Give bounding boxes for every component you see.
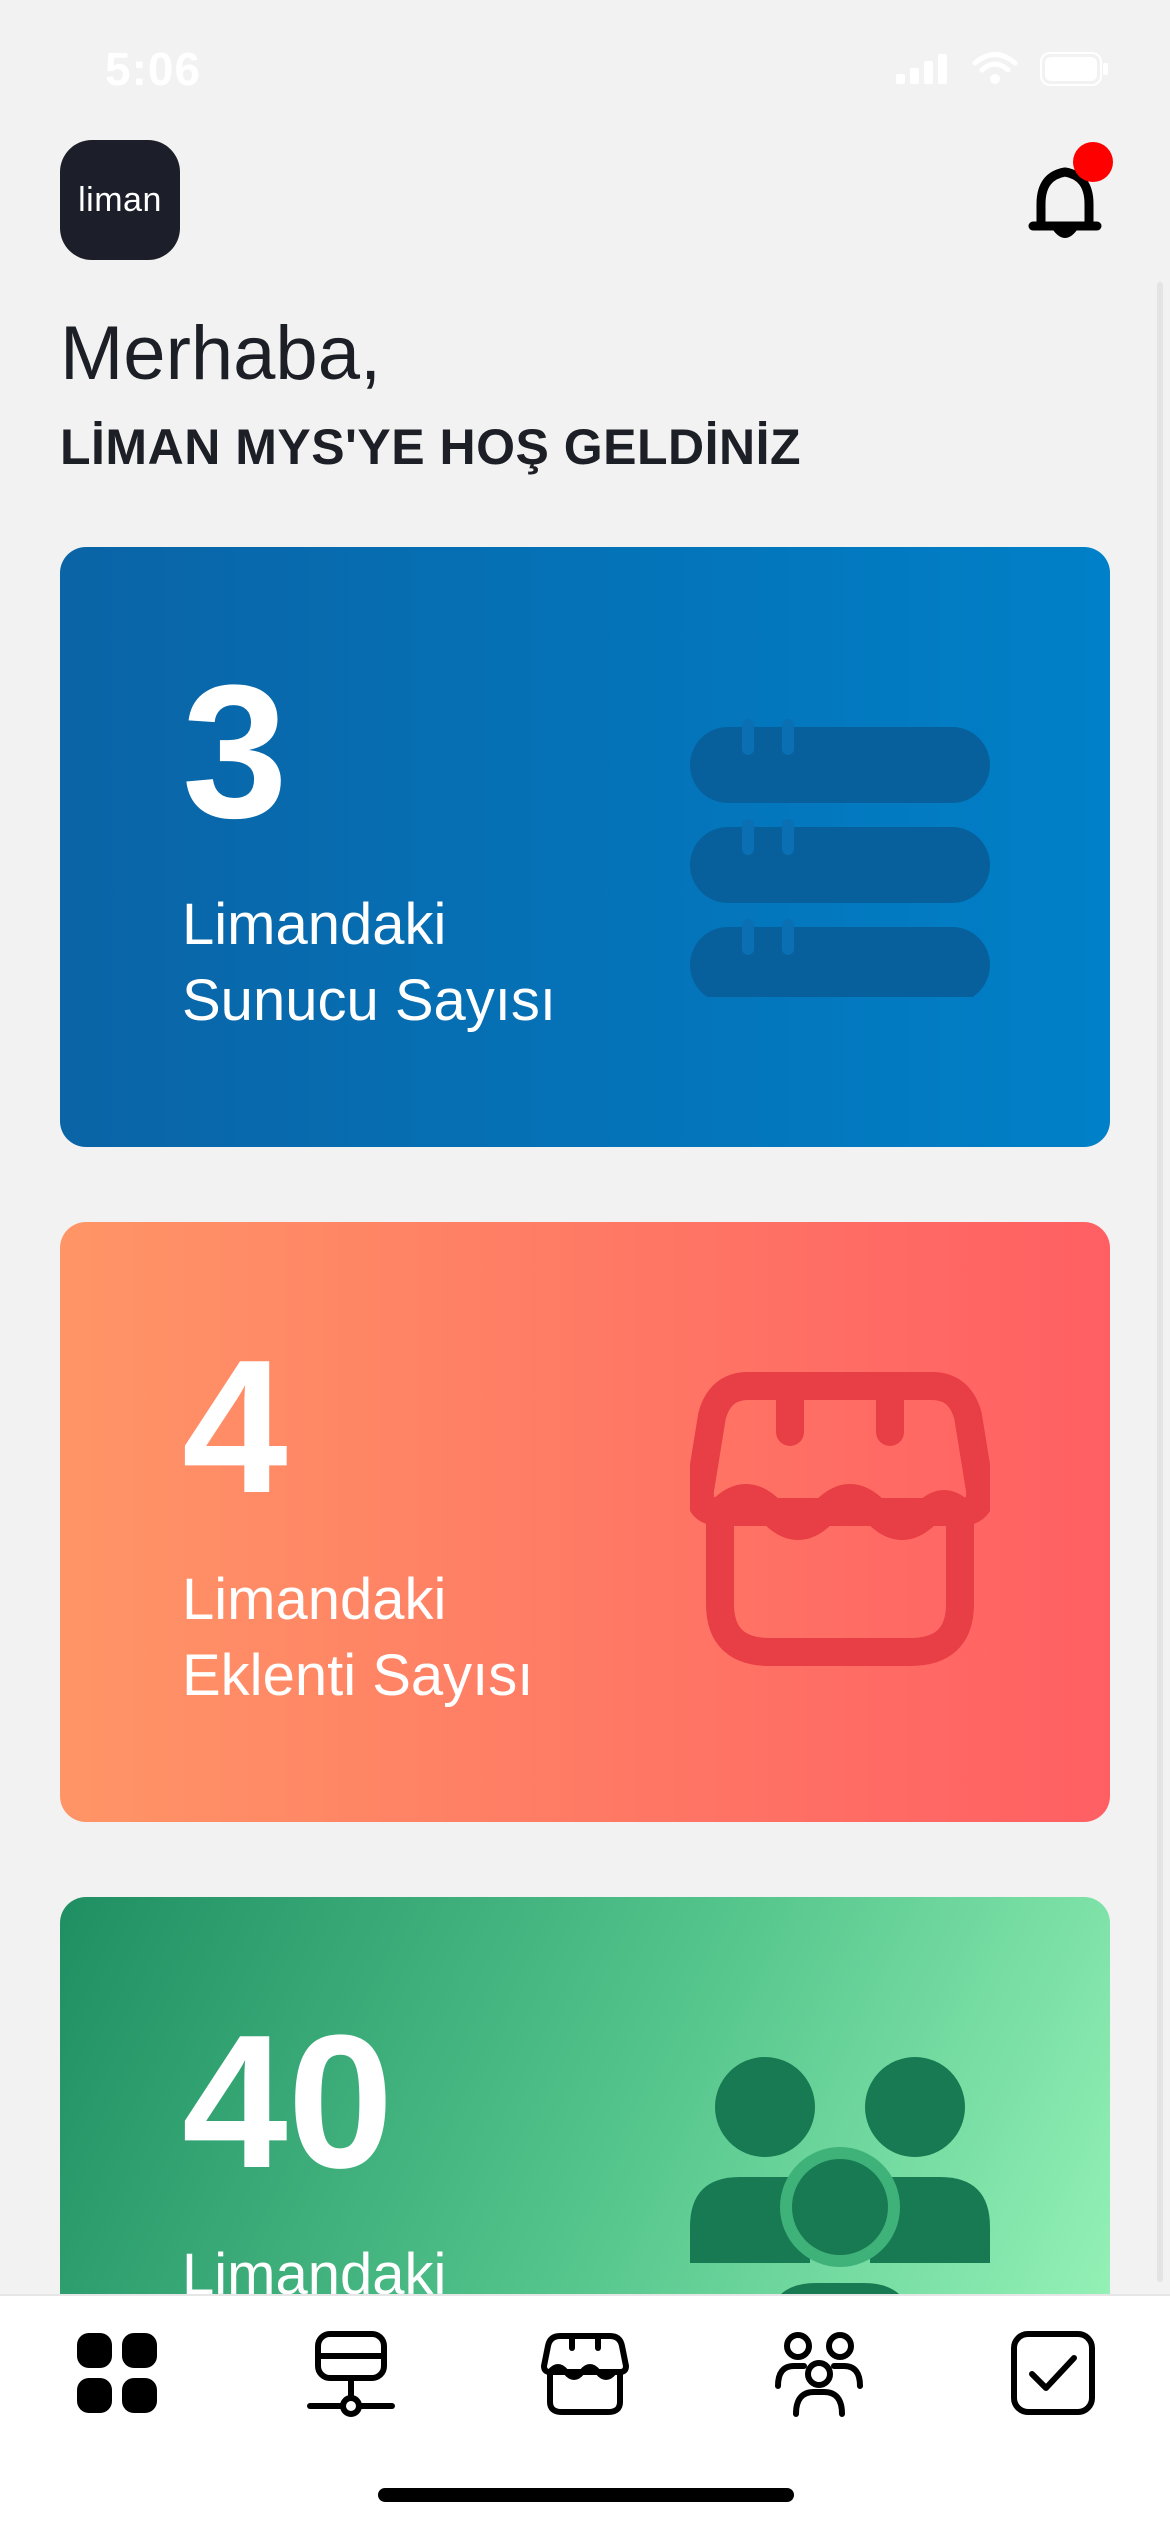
greeting-subtitle: LİMAN MYS'YE HOŞ GELDİNİZ xyxy=(60,419,802,475)
server-count-card[interactable]: 3 Limandaki Sunucu Sayısı xyxy=(60,547,1110,1147)
tab-servers[interactable] xyxy=(306,2328,396,2418)
battery-icon xyxy=(1040,52,1108,86)
user-count: 40 xyxy=(182,1996,394,2208)
tab-users[interactable] xyxy=(774,2328,864,2418)
extension-count-card[interactable]: 4 Limandaki Eklenti Sayısı xyxy=(60,1222,1110,1822)
extension-count-label: Limandaki Eklenti Sayısı xyxy=(182,1562,533,1714)
logo-text: liman xyxy=(78,180,162,219)
card-label-line2: Eklenti Sayısı xyxy=(182,1643,534,1708)
card-label-line2: Sunucu Sayısı xyxy=(182,968,556,1033)
app-logo: liman xyxy=(60,140,180,260)
notification-button[interactable] xyxy=(1015,142,1125,252)
server-icon xyxy=(690,719,990,997)
home-indicator xyxy=(378,2488,794,2502)
tab-extensions[interactable] xyxy=(540,2328,630,2418)
checkbox-icon xyxy=(1011,2331,1095,2415)
store-icon xyxy=(541,2333,629,2415)
status-icons xyxy=(896,52,1110,86)
card-label-line1: Limandaki xyxy=(182,892,447,957)
server-network-icon xyxy=(307,2331,395,2417)
greeting-title: Merhaba, xyxy=(60,311,382,396)
card-label-line1: Limandaki xyxy=(182,1567,447,1632)
users-icon xyxy=(775,2332,863,2417)
notification-dot xyxy=(1073,142,1113,182)
status-bar: 5:06 xyxy=(0,0,1170,150)
server-count: 3 xyxy=(182,646,288,858)
status-time: 5:06 xyxy=(105,43,202,95)
tab-tasks[interactable] xyxy=(1008,2328,1098,2418)
tab-dashboard[interactable] xyxy=(72,2328,162,2418)
store-icon xyxy=(690,1372,990,1666)
dashboard-icon xyxy=(77,2333,157,2413)
bell-icon xyxy=(1028,142,1113,238)
wifi-icon xyxy=(972,52,1018,84)
server-count-label: Limandaki Sunucu Sayısı xyxy=(182,887,556,1039)
scroll-indicator xyxy=(1157,282,1163,2282)
extension-count: 4 xyxy=(182,1321,288,1533)
signal-icon xyxy=(896,54,947,84)
